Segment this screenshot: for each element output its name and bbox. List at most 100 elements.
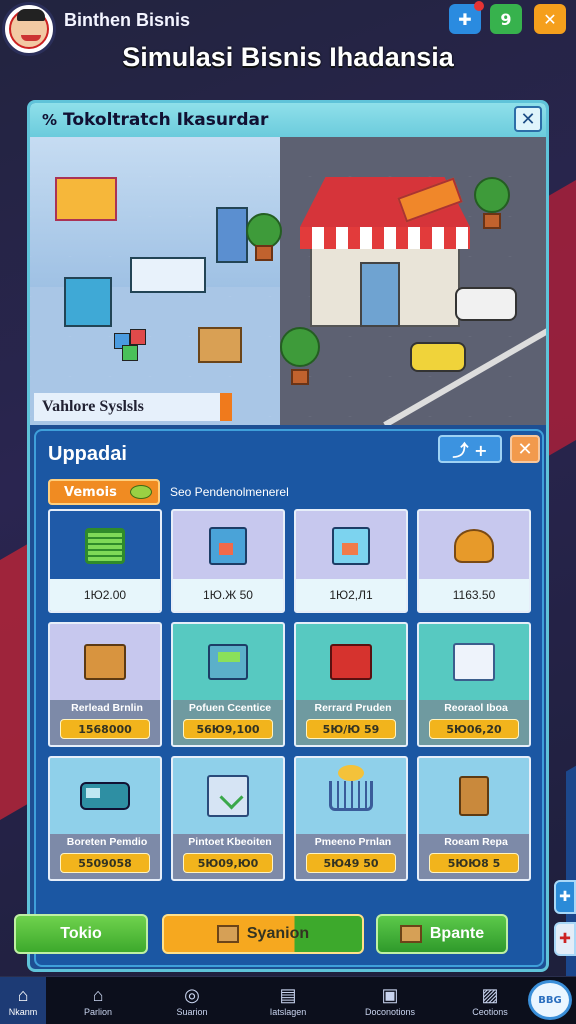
- cube-green: [122, 345, 138, 361]
- upgrade-panel: Uppadai ⤴ + ✕ Vemois Seo Pendenolmenerel…: [34, 429, 544, 967]
- filter-chip-label: Vemois: [64, 484, 117, 500]
- upgrade-card[interactable]: 1Ю.Ж 50: [171, 509, 285, 613]
- app-name: Binthen Bisnis: [64, 10, 191, 30]
- calendar-icon: ▣: [381, 985, 399, 1005]
- item-cost-button[interactable]: 5Ю09,Ю0: [183, 853, 273, 873]
- upgrade-card[interactable]: Pmeeno Prnlan 5Ю49 50: [294, 756, 408, 881]
- share-add-button[interactable]: ⤴ +: [438, 435, 502, 463]
- upgrade-card[interactable]: Reoraol Iboa 5Ю06,20: [417, 622, 531, 747]
- store-scene[interactable]: Vahlore Syslsls: [30, 137, 546, 425]
- g-icon: 9: [500, 9, 512, 29]
- machine-icon: [208, 644, 248, 680]
- yellow-car-icon: [410, 342, 466, 372]
- item-cost-button[interactable]: 5509058: [60, 853, 150, 873]
- tree-icon: [280, 327, 320, 367]
- printer-icon: [207, 775, 249, 817]
- toko-button[interactable]: Tokio: [14, 914, 148, 954]
- store-window: % Tokoltratch Ikasurdar ✕ Vahlore Syslsl…: [27, 100, 549, 972]
- nav-item-parlion[interactable]: ⌂ Parlion: [58, 977, 138, 1024]
- tree-pot: [291, 369, 309, 385]
- bag-icon: [459, 776, 489, 816]
- upgrade-card[interactable]: Rerrard Pruden 5Ю/Ю 59: [294, 622, 408, 747]
- tool-button[interactable]: ✕: [534, 4, 566, 34]
- side-tab-add[interactable]: ✚: [554, 880, 576, 914]
- item-price: 1Ю2,Л1: [296, 579, 406, 611]
- simpan-label: Syanion: [246, 925, 310, 942]
- nav-item-doconotions[interactable]: ▣ Doconotions: [350, 977, 430, 1024]
- nav-item-ceotions[interactable]: ▨ Ceotions: [450, 977, 530, 1024]
- nav-label: Nkanm: [8, 1007, 38, 1017]
- simpan-button[interactable]: Syanion: [162, 914, 364, 954]
- shop-door: [360, 262, 400, 327]
- nav-label: Doconotions: [364, 1007, 416, 1017]
- item-name: Pmeeno Prnlan: [314, 836, 392, 848]
- house-icon: ⌂: [92, 985, 104, 1005]
- tool-icon: ✕: [543, 9, 557, 29]
- cart-icon: [329, 765, 373, 811]
- item-price: 1Ю2.00: [50, 579, 160, 611]
- item-name: Reoraol Iboa: [444, 702, 508, 714]
- panel-title: Uppadai: [48, 443, 127, 465]
- notification-dot: [474, 1, 484, 11]
- scene-label: Vahlore Syslsls: [34, 393, 232, 421]
- compass-icon: ◎: [184, 985, 200, 1005]
- filter-row: Vemois Seo Pendenolmenerel: [48, 479, 289, 505]
- item-cost-button[interactable]: 5Ю06,20: [429, 719, 519, 739]
- inbox-icon: ▨: [481, 985, 499, 1005]
- upgrade-card[interactable]: Roeam Repa 5ЮЮ8 5: [417, 756, 531, 881]
- item-cost-button[interactable]: 5Ю/Ю 59: [306, 719, 396, 739]
- book-icon: [399, 925, 422, 943]
- store-icon: ▤: [279, 985, 297, 1005]
- tree-pot: [483, 213, 501, 229]
- upgrade-card[interactable]: 1Ю2,Л1: [294, 509, 408, 613]
- item-name: Roeam Repa: [444, 836, 508, 848]
- side-tab-alert[interactable]: ✚: [554, 922, 576, 956]
- window-title: Tokoltratch Ikasurdar: [63, 110, 269, 130]
- nav-item-home[interactable]: ⌂ Nkanm: [0, 977, 46, 1024]
- item-cost-button[interactable]: 1568000: [60, 719, 150, 739]
- upgrade-card[interactable]: Boreten Pemdio 5509058: [48, 756, 162, 881]
- puzzle-button[interactable]: ✚: [449, 1, 484, 34]
- upgrade-card[interactable]: 1Ю2.00: [48, 509, 162, 613]
- shop-awning: [300, 227, 470, 249]
- puzzle-icon: ✚: [458, 9, 472, 29]
- upgrade-card[interactable]: Rerlead Brnlin 1568000: [48, 622, 162, 747]
- shop-building[interactable]: [300, 177, 470, 327]
- bepante-label: Bpante: [429, 925, 485, 942]
- blue-crate-icon: [332, 527, 370, 565]
- decor-stripe-left: [0, 542, 30, 838]
- truck-icon: [80, 782, 130, 810]
- item-cost-button[interactable]: 5Ю49 50: [306, 853, 396, 873]
- upgrade-card[interactable]: Pintoet Kbeoiten 5Ю09,Ю0: [171, 756, 285, 881]
- item-cost-button[interactable]: 56Ю9,100: [183, 719, 273, 739]
- item-name: Pintoet Kbeoiten: [188, 836, 272, 848]
- bepante-button[interactable]: Bpante: [376, 914, 508, 954]
- counter: [130, 257, 206, 293]
- filter-chip[interactable]: Vemois: [48, 479, 160, 505]
- page-title: Simulasi Bisnis Ihadansia: [122, 42, 454, 72]
- home-icon: ⌂: [17, 985, 29, 1005]
- basket-icon: [85, 528, 125, 564]
- nav-label: Ceotions: [472, 1007, 508, 1017]
- cube-red: [130, 329, 146, 345]
- cardboard-box: [198, 327, 242, 363]
- leaf-icon: [130, 485, 152, 499]
- item-cost-button[interactable]: 5ЮЮ8 5: [429, 853, 519, 873]
- window-close-button[interactable]: ✕: [514, 106, 542, 132]
- top-bar: Binthen Bisnis ✚ 9 ✕: [0, 0, 576, 56]
- shelf: [64, 277, 112, 327]
- atm-machine: [216, 207, 248, 263]
- upgrade-card[interactable]: Pofuen Ccentice 56Ю9,100: [171, 622, 285, 747]
- g-button[interactable]: 9: [490, 4, 522, 34]
- bottom-nav: ⌂ Nkanm ⌂ Parlion ◎ Suarion ▤ Iatslagen …: [0, 976, 576, 1024]
- nav-item-suarion[interactable]: ◎ Suarion: [152, 977, 232, 1024]
- brand-logo[interactable]: BBG: [528, 980, 572, 1020]
- item-price: 1Ю.Ж 50: [173, 579, 283, 611]
- nav-item-iatslagen[interactable]: ▤ Iatslagen: [248, 977, 328, 1024]
- percent-icon: %: [42, 111, 58, 129]
- wooden-crate-icon: [84, 644, 126, 680]
- white-box-icon: [453, 643, 495, 681]
- upgrade-card[interactable]: 1163.50: [417, 509, 531, 613]
- panel-close-button[interactable]: ✕: [510, 435, 540, 463]
- nav-label: Parlion: [83, 1007, 112, 1017]
